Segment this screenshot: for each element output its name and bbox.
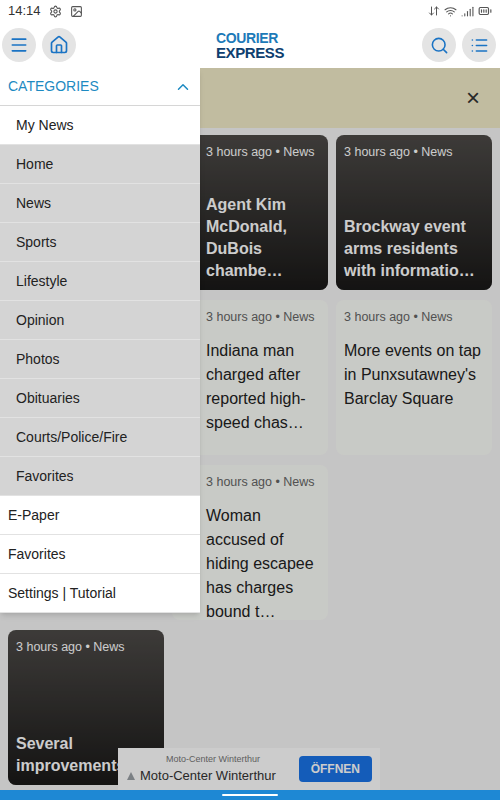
search-button[interactable] bbox=[422, 28, 456, 62]
data-icon bbox=[428, 5, 440, 17]
chevron-up-icon bbox=[174, 78, 192, 96]
status-bar: 14:14 bbox=[0, 0, 500, 22]
categories-header[interactable]: CATEGORIES bbox=[0, 68, 200, 106]
signal-icon bbox=[461, 5, 474, 18]
drawer-item[interactable]: Lifestyle bbox=[0, 262, 200, 301]
wifi-icon bbox=[444, 5, 457, 18]
status-time: 14:14 bbox=[8, 1, 41, 21]
menu-button[interactable] bbox=[2, 28, 36, 62]
drawer-item[interactable]: Courts/Police/Fire bbox=[0, 418, 200, 457]
list-icon bbox=[470, 36, 489, 55]
logo[interactable]: COURIEREXPRESS bbox=[216, 31, 284, 60]
drawer-item[interactable]: Favorites bbox=[0, 457, 200, 496]
drawer-item[interactable]: Opinion bbox=[0, 301, 200, 340]
menu-icon bbox=[9, 35, 29, 55]
gear-icon bbox=[49, 5, 62, 18]
home-icon bbox=[49, 35, 69, 55]
battery-icon bbox=[478, 4, 492, 18]
drawer-item[interactable]: Home bbox=[0, 145, 200, 184]
drawer-item[interactable]: News bbox=[0, 184, 200, 223]
drawer-item[interactable]: E-Paper bbox=[0, 496, 200, 535]
drawer-item[interactable]: Obituaries bbox=[0, 379, 200, 418]
app-screen: 14:14 COURIEREXPRESS ×3 hours ago • NewsAg… bbox=[0, 0, 500, 800]
home-button[interactable] bbox=[42, 28, 76, 62]
app-bar: COURIEREXPRESS bbox=[0, 22, 500, 68]
image-icon bbox=[70, 5, 83, 18]
search-icon bbox=[430, 36, 449, 55]
drawer-item[interactable]: Sports bbox=[0, 223, 200, 262]
drawer: CATEGORIESMy NewsHomeNewsSportsLifestyle… bbox=[0, 68, 200, 613]
list-button[interactable] bbox=[462, 28, 496, 62]
navigation-bar bbox=[0, 790, 500, 800]
content: ×3 hours ago • NewsAgent Kim McDonald, D… bbox=[0, 68, 500, 790]
drawer-item[interactable]: Photos bbox=[0, 340, 200, 379]
home-handle[interactable] bbox=[222, 794, 278, 796]
drawer-item[interactable]: My News bbox=[0, 106, 200, 145]
drawer-item[interactable]: Settings | Tutorial bbox=[0, 574, 200, 613]
drawer-item[interactable]: Favorites bbox=[0, 535, 200, 574]
